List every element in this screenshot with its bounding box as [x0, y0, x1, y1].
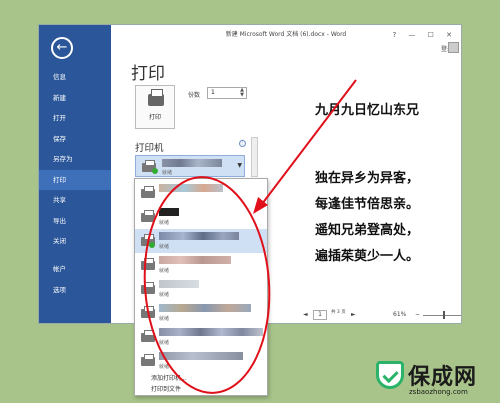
shield-check-icon	[376, 361, 404, 389]
watermark-url: zsbaozhong.com	[409, 388, 468, 396]
annotation-arrow	[261, 79, 357, 205]
site-watermark: 保成网 zsbaozhong.com	[376, 355, 500, 403]
watermark-title: 保成网	[408, 365, 478, 390]
annotation-overlay	[143, 79, 357, 394]
